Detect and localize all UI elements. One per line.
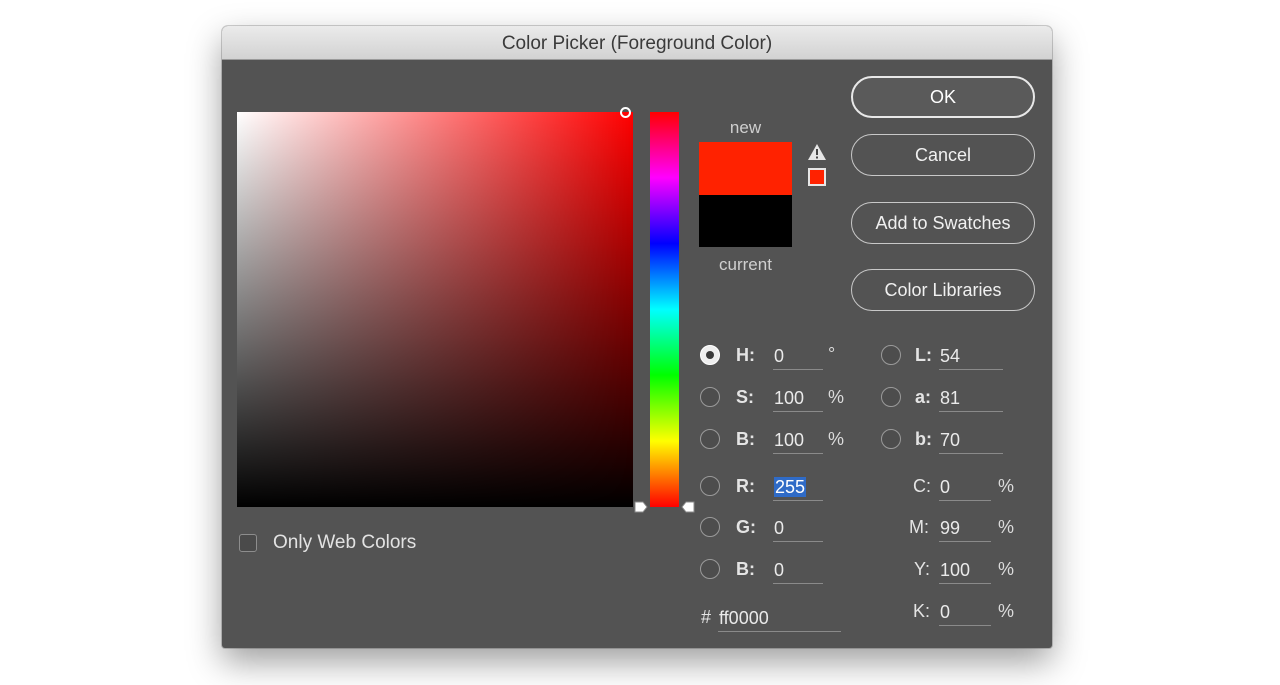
- color-field[interactable]: [237, 112, 633, 507]
- hue-input[interactable]: 0: [773, 342, 823, 370]
- yellow-label: Y:: [914, 559, 931, 579]
- cyan-input[interactable]: 0: [939, 473, 991, 501]
- hue-label: H:: [736, 345, 755, 365]
- b-channel-label: b:: [915, 429, 932, 449]
- radio-a-channel[interactable]: [881, 387, 901, 407]
- radio-saturation[interactable]: [700, 387, 720, 407]
- black-label: K:: [913, 601, 931, 621]
- hue-slider-left-arrow-icon[interactable]: [634, 500, 648, 514]
- current-swatch-label: current: [719, 255, 772, 274]
- hex-input[interactable]: ff0000: [718, 604, 841, 632]
- cyan-unit: %: [998, 476, 1015, 496]
- green-label: G:: [736, 517, 756, 537]
- blue-input[interactable]: 0: [773, 556, 823, 584]
- a-channel-label: a:: [915, 387, 932, 407]
- hue-slider-right-arrow-icon[interactable]: [681, 500, 695, 514]
- only-web-colors-checkbox[interactable]: [239, 534, 257, 552]
- radio-red[interactable]: [700, 476, 720, 496]
- new-swatch-label: new: [729, 118, 762, 137]
- dialog-title: Color Picker (Foreground Color): [222, 26, 1052, 60]
- ok-button[interactable]: OK: [851, 76, 1035, 118]
- red-input-selection: 255: [774, 477, 807, 497]
- gamut-correction-swatch[interactable]: [808, 168, 826, 186]
- new-color-swatch: [699, 142, 792, 195]
- color-field-marker[interactable]: [620, 107, 631, 118]
- radio-hue[interactable]: [700, 345, 720, 365]
- magenta-unit: %: [998, 517, 1015, 537]
- saturation-label: S:: [736, 387, 754, 407]
- yellow-unit: %: [998, 559, 1015, 579]
- brightness-label: B:: [736, 429, 755, 449]
- radio-b-channel[interactable]: [881, 429, 901, 449]
- hue-slider[interactable]: [650, 112, 679, 507]
- red-label: R:: [736, 476, 755, 496]
- green-input[interactable]: 0: [773, 514, 823, 542]
- hue-unit: °: [828, 344, 836, 364]
- a-channel-input[interactable]: 81: [939, 384, 1003, 412]
- color-picker-dialog: Color Picker (Foreground Color) Only Web…: [222, 26, 1052, 648]
- blue-label: B:: [736, 559, 755, 579]
- brightness-input[interactable]: 100: [773, 426, 823, 454]
- lightness-input[interactable]: 54: [939, 342, 1003, 370]
- saturation-unit: %: [828, 387, 845, 407]
- warning-triangle-icon[interactable]: [807, 143, 827, 161]
- only-web-colors-label: Only Web Colors: [273, 532, 417, 553]
- radio-lightness[interactable]: [881, 345, 901, 365]
- magenta-label: M:: [909, 517, 929, 537]
- current-color-swatch[interactable]: [699, 195, 792, 247]
- cyan-label: C:: [913, 476, 931, 496]
- b-channel-input[interactable]: 70: [939, 426, 1003, 454]
- magenta-input[interactable]: 99: [939, 514, 991, 542]
- radio-brightness[interactable]: [700, 429, 720, 449]
- color-libraries-button[interactable]: Color Libraries: [851, 269, 1035, 311]
- lightness-label: L:: [915, 345, 932, 365]
- saturation-input[interactable]: 100: [773, 384, 823, 412]
- black-input[interactable]: 0: [939, 598, 991, 626]
- black-unit: %: [998, 601, 1015, 621]
- brightness-unit: %: [828, 429, 845, 449]
- radio-blue[interactable]: [700, 559, 720, 579]
- add-to-swatches-button[interactable]: Add to Swatches: [851, 202, 1035, 244]
- cancel-button[interactable]: Cancel: [851, 134, 1035, 176]
- yellow-input[interactable]: 100: [939, 556, 991, 584]
- red-input[interactable]: 255: [773, 473, 823, 501]
- hex-label: #: [701, 607, 712, 627]
- radio-green[interactable]: [700, 517, 720, 537]
